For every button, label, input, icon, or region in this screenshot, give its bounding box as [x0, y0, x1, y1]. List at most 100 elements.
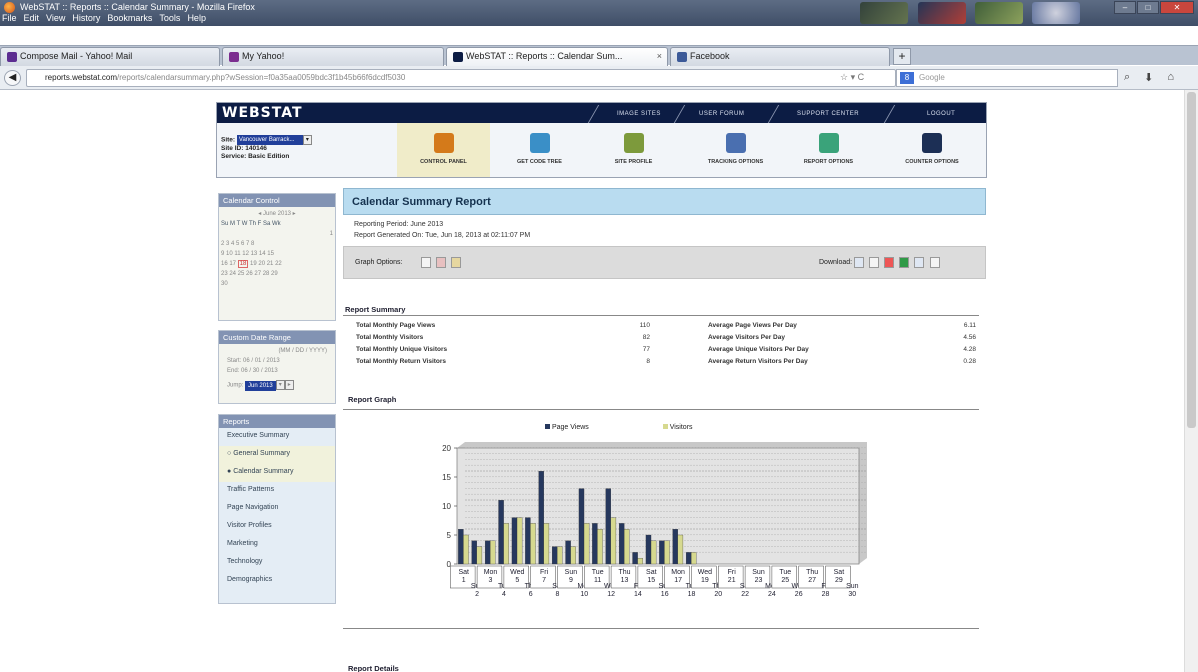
tab-facebook[interactable]: Facebook [670, 47, 890, 66]
report-demographics[interactable]: Demographics [219, 572, 335, 590]
taskbar-thumb-icon [975, 2, 1023, 24]
x-day-number: 27 [808, 577, 816, 584]
end-date-input[interactable]: 06 / 30 / 2013 [241, 368, 278, 374]
tab-label: WebSTAT :: Reports :: Calendar Sum... [466, 51, 623, 61]
go-icon[interactable]: ▸ [284, 380, 294, 390]
calendar-heading: Calendar Control [219, 194, 335, 207]
calendar-row[interactable]: 1 [221, 229, 333, 239]
word-download-icon[interactable] [914, 257, 924, 268]
x-day-number: 3 [489, 577, 493, 584]
bar-page-views [605, 488, 611, 565]
next-month-icon[interactable]: ▸ [291, 211, 296, 217]
x-day-number: 25 [781, 577, 789, 584]
search-input[interactable]: 8 Google [896, 69, 1118, 87]
menu-history[interactable]: History [72, 13, 100, 26]
tool-tracking-options[interactable]: TRACKING OPTIONS [689, 123, 782, 177]
bar-visitors [530, 523, 536, 565]
tool-control-panel[interactable]: CONTROL PANEL [397, 123, 490, 177]
line-graph-icon[interactable] [421, 257, 431, 268]
print-icon[interactable] [930, 257, 940, 268]
scrollbar-thumb[interactable] [1187, 92, 1196, 428]
pdf-download-icon[interactable] [884, 257, 894, 268]
summary-value: 4.56 [963, 334, 976, 341]
x-day-number: 7 [542, 577, 546, 584]
search-icon[interactable]: ⌕ [1124, 71, 1130, 84]
nav-support-center[interactable]: SUPPORT CENTER [797, 111, 859, 117]
nav-logout[interactable]: LOGOUT [927, 111, 955, 117]
chevron-down-icon[interactable]: ▾ [302, 135, 312, 145]
page-scrollbar[interactable] [1184, 90, 1198, 672]
report-technology[interactable]: Technology [219, 554, 335, 572]
calendar-row[interactable]: 16 17 18 19 20 21 22 [221, 259, 333, 269]
calendar-row[interactable]: 9 10 11 12 13 14 15 [221, 249, 333, 259]
bar-page-views [498, 500, 504, 565]
calendar-today[interactable]: 18 [237, 260, 249, 268]
bar-visitors [503, 523, 509, 565]
x-day-name: Sun [565, 569, 578, 576]
report-calendar-summary[interactable]: ● Calendar Summary [219, 464, 335, 482]
close-tab-icon[interactable]: × [657, 51, 662, 61]
graph-divider [343, 409, 979, 410]
summary-label: Total Monthly Visitors [356, 334, 424, 341]
new-tab-button[interactable]: + [893, 48, 911, 65]
home-icon[interactable]: ⌂ [1167, 71, 1174, 84]
report-options-icon [818, 133, 839, 153]
report-traffic-patterns[interactable]: Traffic Patterns [219, 482, 335, 500]
reports-heading: Reports [219, 415, 335, 428]
url-path: /reports/calendarsummary.php?wSession=f0… [117, 73, 406, 82]
report-executive-summary[interactable]: Executive Summary [219, 428, 335, 446]
menu-bookmarks[interactable]: Bookmarks [107, 13, 152, 26]
url-domain: reports.webstat.com [45, 73, 118, 82]
file-download-icon[interactable] [869, 257, 879, 268]
maximize-button[interactable]: □ [1137, 1, 1159, 14]
facebook-icon [677, 51, 687, 62]
summary-value: 82 [642, 334, 650, 341]
calendar-row[interactable]: 30 [221, 279, 333, 289]
summary-divider [343, 315, 979, 316]
bar-graph-icon[interactable] [451, 257, 461, 268]
download-icon[interactable]: ⬇ [1144, 71, 1153, 84]
report-visitor-profiles[interactable]: Visitor Profiles [219, 518, 335, 536]
calendar-row[interactable]: 23 24 25 26 27 28 29 [221, 269, 333, 279]
x-day-number: 24 [768, 591, 776, 598]
pie-graph-icon[interactable] [436, 257, 446, 268]
menu-file[interactable]: File [2, 13, 17, 26]
tab-yahoo-mail[interactable]: Compose Mail - Yahoo! Mail [0, 47, 220, 66]
jump-select[interactable]: Jun 2013 [245, 380, 276, 391]
site-select[interactable]: Vancouver Barrack... [236, 135, 303, 145]
start-date-input[interactable]: 06 / 01 / 2013 [243, 358, 280, 364]
y-tick-label: 5 [447, 531, 452, 540]
back-button[interactable]: ◀ [4, 70, 21, 86]
report-general-summary[interactable]: ○ General Summary [219, 446, 335, 464]
reload-icon[interactable]: ☆ ▾ C [840, 72, 864, 83]
excel-download-icon[interactable] [899, 257, 909, 268]
tool-report-options[interactable]: REPORT OPTIONS [782, 123, 875, 177]
menu-edit[interactable]: Edit [24, 13, 40, 26]
summary-label: Total Monthly Unique Visitors [356, 346, 448, 353]
report-page-navigation[interactable]: Page Navigation [219, 500, 335, 518]
tab-label: My Yahoo! [242, 51, 285, 61]
menu-tools[interactable]: Tools [159, 13, 180, 26]
nav-user-forum[interactable]: USER FORUM [699, 111, 744, 117]
url-bar[interactable]: reports.webstat.com/reports/calendarsumm… [26, 69, 896, 87]
tab-webstat[interactable]: WebSTAT :: Reports :: Calendar Sum... × [446, 47, 668, 66]
summary-label: Total Monthly Page Views [356, 322, 436, 329]
close-button[interactable]: ✕ [1160, 1, 1194, 14]
doc-download-icon[interactable] [854, 257, 864, 268]
bar-page-views [471, 540, 477, 565]
tool-get-code[interactable]: GET CODE TREE [493, 123, 586, 177]
x-day-number: 18 [688, 591, 696, 598]
report-marketing[interactable]: Marketing [219, 536, 335, 554]
minimize-button[interactable]: – [1114, 1, 1136, 14]
chevron-down-icon[interactable]: ▾ [275, 380, 285, 390]
tool-site-profile[interactable]: SITE PROFILE [587, 123, 680, 177]
tab-my-yahoo[interactable]: My Yahoo! [222, 47, 444, 66]
nav-image-sites[interactable]: IMAGE SITES [617, 111, 661, 117]
menu-view[interactable]: View [46, 13, 65, 26]
menu-help[interactable]: Help [187, 13, 206, 26]
x-day-number: 17 [674, 577, 682, 584]
tool-counter-options[interactable]: COUNTER OPTIONS [882, 123, 982, 177]
calendar-row[interactable]: 2 3 4 5 6 7 8 [221, 239, 333, 249]
x-day-number: 4 [502, 591, 506, 598]
x-day-number: 16 [661, 591, 669, 598]
